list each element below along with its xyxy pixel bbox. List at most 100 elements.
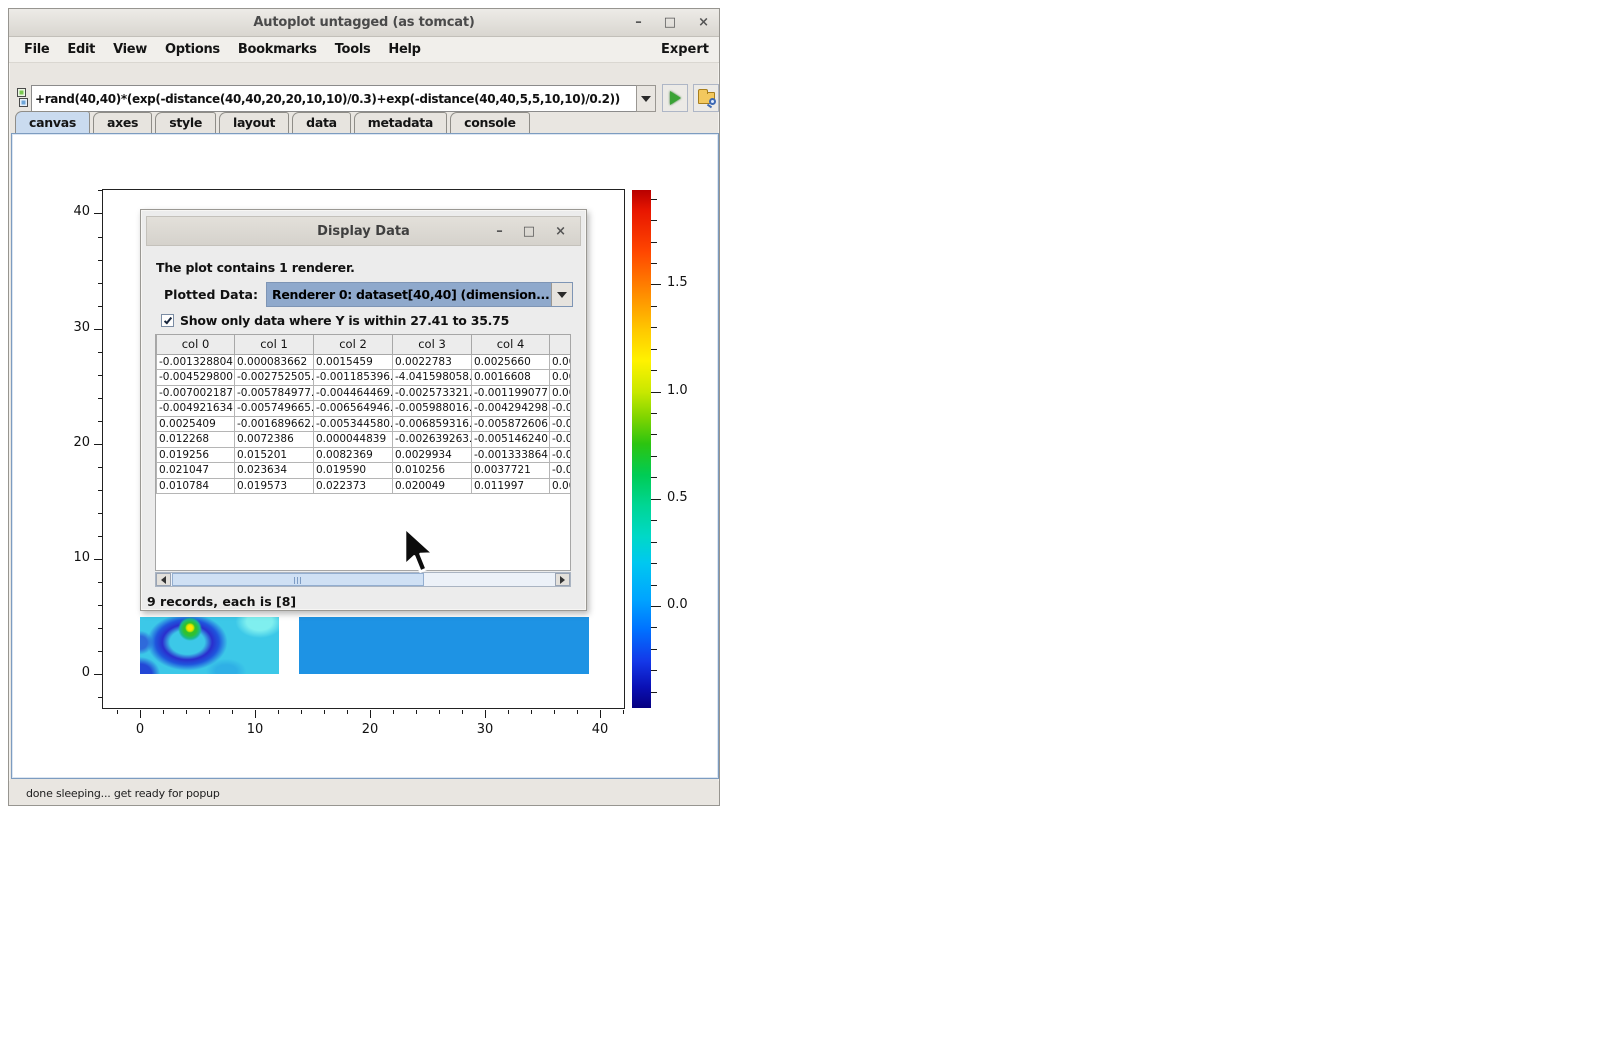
table-cell[interactable]: 0.012268	[157, 432, 235, 448]
table-cell[interactable]: 0.000044839	[314, 432, 393, 448]
table-cell[interactable]: -0.002639263...	[393, 432, 472, 448]
go-button[interactable]	[662, 84, 688, 112]
table-cell[interactable]: -0.001199077...	[472, 385, 550, 401]
table-cell[interactable]: 0.010784	[157, 478, 235, 494]
table-cell[interactable]: 0.0022783	[393, 354, 472, 370]
scrollbar-thumb[interactable]	[172, 573, 424, 586]
menu-bookmarks[interactable]: Bookmarks	[229, 42, 326, 57]
table-cell[interactable]: -0.004464469...	[314, 385, 393, 401]
horizontal-scrollbar[interactable]	[155, 572, 571, 587]
table-cell[interactable]: -0.0	[550, 432, 571, 448]
tab-axes[interactable]: axes	[93, 112, 152, 133]
dialog-titlebar[interactable]: Display Data – □ ×	[146, 216, 581, 246]
menu-view[interactable]: View	[104, 42, 156, 57]
minimize-button[interactable]: –	[635, 9, 642, 37]
table-cell[interactable]: 0.019573	[235, 478, 314, 494]
tab-console[interactable]: console	[450, 112, 530, 133]
table-cell[interactable]: 0.0025409	[157, 416, 235, 432]
scroll-left-button[interactable]	[156, 573, 171, 586]
window-titlebar[interactable]: Autoplot untagged (as tomcat) – □ ×	[9, 9, 719, 37]
column-header[interactable]: col 4	[472, 335, 550, 354]
table-cell[interactable]: -0.004921634...	[157, 401, 235, 417]
uri-input[interactable]: +rand(40,40)*(exp(-distance(40,40,20,20,…	[31, 85, 637, 112]
dialog-minimize-button[interactable]: –	[496, 218, 503, 246]
table-cell[interactable]: -0.005146240...	[472, 432, 550, 448]
plotted-data-combobox[interactable]: Renderer 0: dataset[40,40] (dimension...	[266, 282, 573, 307]
table-cell[interactable]: -0.001185396...	[314, 370, 393, 386]
column-header[interactable]	[550, 335, 571, 354]
table-row[interactable]: -0.004921634...-0.005749665...-0.0065649…	[157, 401, 571, 417]
menu-options[interactable]: Options	[156, 42, 229, 57]
expert-menu[interactable]: Expert	[661, 42, 709, 57]
table-cell[interactable]: -0.0	[550, 401, 571, 417]
menu-edit[interactable]: Edit	[58, 42, 104, 57]
table-cell[interactable]: -0.005784977...	[235, 385, 314, 401]
table-row[interactable]: -0.004529800...-0.002752505...-0.0011853…	[157, 370, 571, 386]
table-cell[interactable]: 0.011997	[472, 478, 550, 494]
table-cell[interactable]: -0.005344580...	[314, 416, 393, 432]
table-cell[interactable]: 0.00	[550, 385, 571, 401]
data-table-viewport[interactable]: col 0col 1col 2col 3col 4 -0.001328804..…	[155, 334, 571, 571]
table-cell[interactable]: -0.005749665...	[235, 401, 314, 417]
inspect-uri-button[interactable]	[693, 84, 719, 112]
table-cell[interactable]: -0.007002187...	[157, 385, 235, 401]
table-row[interactable]: -0.007002187...-0.005784977...-0.0044644…	[157, 385, 571, 401]
table-cell[interactable]: -0.004529800...	[157, 370, 235, 386]
table-cell[interactable]: 0.019590	[314, 463, 393, 479]
table-cell[interactable]: 0.019256	[157, 447, 235, 463]
table-row[interactable]: 0.0025409-0.001689662...-0.005344580...-…	[157, 416, 571, 432]
table-cell[interactable]: -0.001328804...	[157, 354, 235, 370]
column-header[interactable]: col 3	[393, 335, 472, 354]
table-cell[interactable]: -0.002573321...	[393, 385, 472, 401]
table-cell[interactable]: -0.001689662...	[235, 416, 314, 432]
table-row[interactable]: 0.0107840.0195730.0223730.0200490.011997…	[157, 478, 571, 494]
table-cell[interactable]: 0.010256	[393, 463, 472, 479]
table-cell[interactable]: 0.0029934	[393, 447, 472, 463]
tab-canvas[interactable]: canvas	[15, 111, 90, 133]
uri-dropdown-button[interactable]	[636, 85, 656, 112]
column-header[interactable]: col 1	[235, 335, 314, 354]
column-header[interactable]: col 2	[314, 335, 393, 354]
tab-data[interactable]: data	[292, 112, 351, 133]
combobox-dropdown-button[interactable]	[551, 283, 572, 306]
menu-help[interactable]: Help	[379, 42, 429, 57]
tab-style[interactable]: style	[155, 112, 216, 133]
table-row[interactable]: 0.0210470.0236340.0195900.0102560.003772…	[157, 463, 571, 479]
filter-checkbox[interactable]	[161, 314, 174, 327]
table-cell[interactable]: 0.021047	[157, 463, 235, 479]
menu-tools[interactable]: Tools	[326, 42, 380, 57]
table-cell[interactable]: -0.0	[550, 463, 571, 479]
column-header[interactable]: col 0	[157, 335, 235, 354]
table-cell[interactable]: 0.015201	[235, 447, 314, 463]
table-cell[interactable]: -0.006859316...	[393, 416, 472, 432]
table-row[interactable]: -0.001328804...0.0000836620.00154590.002…	[157, 354, 571, 370]
table-cell[interactable]: 0.00	[550, 370, 571, 386]
table-cell[interactable]: -0.0	[550, 447, 571, 463]
table-row[interactable]: 0.0192560.0152010.00823690.0029934-0.001…	[157, 447, 571, 463]
table-cell[interactable]: 0.0025660	[472, 354, 550, 370]
table-cell[interactable]: 0.0016608	[472, 370, 550, 386]
menu-file[interactable]: File	[15, 42, 58, 57]
scroll-right-button[interactable]	[555, 573, 570, 586]
table-cell[interactable]: 0.0072386	[235, 432, 314, 448]
table-cell[interactable]: 0.023634	[235, 463, 314, 479]
tab-layout[interactable]: layout	[219, 112, 289, 133]
table-cell[interactable]: -0.002752505...	[235, 370, 314, 386]
table-cell[interactable]: -0.006564946...	[314, 401, 393, 417]
table-cell[interactable]: 0.0082369	[314, 447, 393, 463]
table-cell[interactable]: 0.000083662	[235, 354, 314, 370]
table-cell[interactable]: -0.004294298...	[472, 401, 550, 417]
table-cell[interactable]: 0.00	[550, 354, 571, 370]
table-cell[interactable]: -0.005872606...	[472, 416, 550, 432]
table-cell[interactable]: -0.001333864...	[472, 447, 550, 463]
table-cell[interactable]: -4.041598058...	[393, 370, 472, 386]
table-cell[interactable]: 0.0015459	[314, 354, 393, 370]
maximize-button[interactable]: □	[664, 9, 676, 37]
table-cell[interactable]: 0.00	[550, 478, 571, 494]
table-cell[interactable]: 0.022373	[314, 478, 393, 494]
close-button[interactable]: ×	[698, 9, 709, 37]
table-cell[interactable]: -0.005988016...	[393, 401, 472, 417]
table-cell[interactable]: 0.0037721	[472, 463, 550, 479]
dialog-close-button[interactable]: ×	[555, 218, 566, 246]
tab-metadata[interactable]: metadata	[354, 112, 447, 133]
